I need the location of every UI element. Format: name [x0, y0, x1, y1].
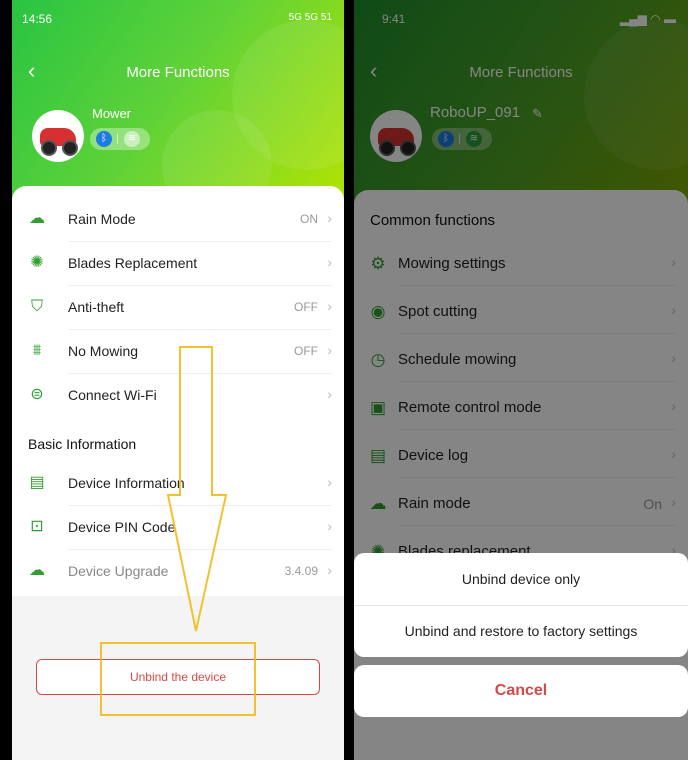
chevron-right-icon: ›	[327, 342, 332, 358]
cloud-rain-icon: ☁	[29, 210, 45, 227]
nav-bar: ‹ More Functions	[12, 58, 344, 88]
shield-alert-icon: ⛉	[30, 298, 43, 315]
document-icon: ▤	[29, 474, 45, 491]
list-item-anti-theft[interactable]: ⛉ Anti-theft OFF ›	[12, 286, 344, 330]
chevron-right-icon: ›	[327, 386, 332, 402]
item-value: ON	[300, 212, 318, 226]
blade-icon: ✺	[30, 254, 44, 271]
no-mowing-icon: ⩩	[32, 342, 42, 359]
wifi-icon: ≋	[124, 131, 140, 147]
wifi-link-icon: ⊜	[30, 386, 44, 403]
annotation-highlight-box	[100, 642, 256, 716]
chevron-right-icon: ›	[327, 254, 332, 270]
device-name: Mower	[92, 106, 132, 121]
bluetooth-icon: ᛒ	[96, 131, 112, 147]
cancel-sheet: Cancel	[354, 665, 688, 717]
cloud-upload-icon: ☁	[29, 562, 45, 579]
status-bar: 14:56 5G 5G 51	[22, 10, 332, 28]
mower-avatar	[32, 110, 84, 162]
item-label: Device Upgrade	[68, 563, 169, 579]
lock-icon: ⊡	[30, 518, 44, 535]
chevron-right-icon: ›	[327, 474, 332, 490]
list-item-rain-mode[interactable]: ☁ Rain Mode ON ›	[12, 198, 344, 242]
item-value: OFF	[294, 300, 318, 314]
status-time: 14:56	[22, 12, 53, 26]
chevron-right-icon: ›	[327, 562, 332, 578]
item-label: Connect Wi-Fi	[68, 387, 157, 403]
item-label: Rain Mode	[68, 211, 136, 227]
item-value: OFF	[294, 344, 318, 358]
chevron-right-icon: ›	[327, 298, 332, 314]
item-label: Anti-theft	[68, 299, 125, 315]
item-label: No Mowing	[68, 343, 139, 359]
chevron-right-icon: ›	[327, 210, 332, 226]
connection-badges: ᛒ ≋	[90, 128, 150, 150]
section-title-basic: Basic Information	[28, 436, 137, 452]
item-value: 3.4.09	[284, 564, 318, 578]
unbind-restore-option[interactable]: Unbind and restore to factory settings	[354, 605, 688, 657]
cancel-button[interactable]: Cancel	[354, 665, 688, 717]
list-item-blades[interactable]: ✺ Blades Replacement ›	[12, 242, 344, 286]
right-screen: 9:41 ▂▄▆ ◠ ▬ ‹ More Functions RoboUP_091…	[354, 0, 688, 760]
page-title: More Functions	[126, 64, 230, 81]
unbind-only-option[interactable]: Unbind device only	[354, 553, 688, 605]
left-screen: 14:56 5G 5G 51 ‹ More Functions Mower ᛒ …	[12, 0, 344, 760]
item-label: Blades Replacement	[68, 255, 198, 271]
status-signal: 5G 5G 51	[288, 12, 332, 23]
chevron-right-icon: ›	[327, 518, 332, 534]
annotation-arrow	[166, 346, 228, 632]
item-label: Device PIN Code	[68, 519, 176, 535]
action-sheet: Unbind device only Unbind and restore to…	[354, 553, 688, 657]
